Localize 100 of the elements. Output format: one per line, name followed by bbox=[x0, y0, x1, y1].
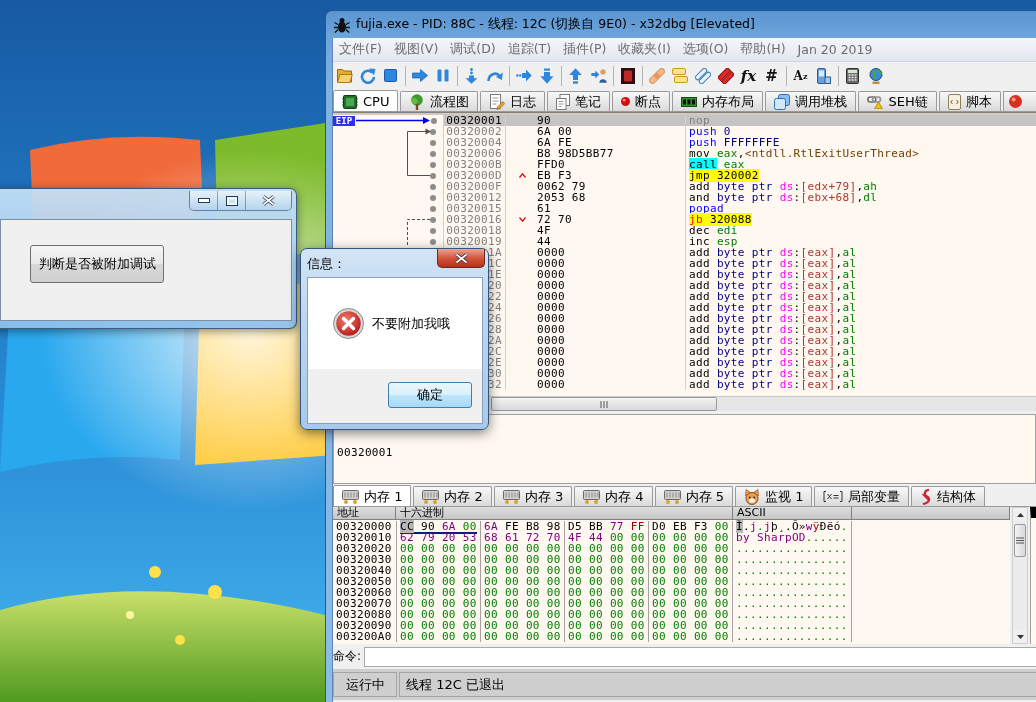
memory-module-icon bbox=[681, 96, 698, 107]
opcode-bytes: 0000 bbox=[537, 379, 565, 390]
opcode-bytes: 2053 68 bbox=[537, 192, 586, 203]
tab[interactable]: 内存 2 bbox=[413, 486, 492, 506]
opcode-bytes: FFD0 bbox=[537, 159, 565, 170]
dot-icon bbox=[430, 216, 436, 223]
opcode-bytes: 0000 bbox=[537, 302, 565, 313]
chip-icon bbox=[342, 93, 358, 110]
close-button[interactable] bbox=[437, 249, 485, 268]
address-text: 00320040 bbox=[336, 564, 392, 577]
bullet-icon bbox=[621, 97, 631, 106]
close-icon bbox=[454, 252, 468, 264]
right-arrow-icon bbox=[411, 69, 428, 82]
address-text: 1E bbox=[488, 268, 502, 281]
tab[interactable]: 监视 1 bbox=[735, 486, 813, 506]
comment-icon bbox=[671, 68, 688, 83]
hex-bytes: 6A FE B8 98 bbox=[484, 520, 561, 533]
scrollbar-thumb[interactable] bbox=[1014, 524, 1026, 557]
opcode-bytes: 0000 bbox=[537, 258, 565, 269]
scroll-down-button[interactable] bbox=[1013, 630, 1027, 643]
tab[interactable]: SEH链 bbox=[858, 91, 937, 111]
vertical-scrollbar[interactable] bbox=[1012, 507, 1028, 644]
minimize-button[interactable] bbox=[190, 191, 217, 210]
address-text: 00320010 bbox=[336, 531, 392, 544]
hex-bytes: D5 BB 77 FF bbox=[568, 520, 645, 533]
right-arrow-icon bbox=[515, 69, 532, 82]
tab[interactable]: 内存 4 bbox=[574, 486, 653, 506]
address-text: 00320016 bbox=[446, 213, 502, 226]
caret-down-icon bbox=[1016, 634, 1024, 639]
tab[interactable]: 笔记 bbox=[547, 91, 611, 111]
hex-bytes: 00 00 00 00 bbox=[568, 619, 645, 632]
toolbar-button[interactable]: fx bbox=[737, 64, 760, 87]
hex-bytes: 00 00 00 00 bbox=[652, 586, 729, 599]
row-highlight[interactable]: 00320001 90 nop bbox=[443, 115, 1036, 126]
hex-bytes: 00 00 00 00 bbox=[484, 608, 561, 621]
tab[interactable]: 调用堆栈 bbox=[765, 91, 857, 111]
down-arrow-icon bbox=[539, 67, 554, 84]
up-arrow-icon bbox=[569, 67, 582, 84]
address-text: 00320050 bbox=[336, 575, 392, 588]
scroll-up-button[interactable] bbox=[1013, 508, 1027, 521]
tab[interactable] bbox=[1002, 91, 1036, 111]
tab[interactable]: 日志 bbox=[480, 91, 546, 111]
hex-bytes: 00 00 00 00 bbox=[400, 619, 477, 632]
command-input[interactable] bbox=[364, 646, 1036, 667]
check-debugger-button[interactable]: 判断是否被附加调试 bbox=[30, 245, 164, 283]
tab[interactable]: 内存 5 bbox=[654, 486, 734, 506]
scrollbar-thumb[interactable] bbox=[491, 397, 717, 411]
opcode-bytes: 0000 bbox=[537, 291, 565, 302]
ascii-text: ................ bbox=[736, 630, 848, 643]
column-header: 十六进制 bbox=[396, 507, 733, 519]
address-text: 00320080 bbox=[336, 608, 392, 621]
hex-bytes: 00 00 00 00 bbox=[652, 542, 729, 555]
opcode-bytes: 0000 bbox=[537, 335, 565, 346]
maximize-button[interactable] bbox=[217, 191, 245, 210]
opcode-bytes: 0062 79 bbox=[537, 181, 586, 192]
stop-icon bbox=[384, 69, 397, 82]
address-text: 22 bbox=[488, 290, 502, 303]
tab[interactable]: 内存 3 bbox=[493, 486, 573, 506]
address-text: 0032000F bbox=[446, 180, 502, 193]
dot-icon bbox=[430, 150, 436, 157]
ascii-text: ................ bbox=[736, 586, 848, 599]
column-header: 地址 bbox=[333, 507, 396, 519]
arrow-person-icon bbox=[590, 68, 607, 83]
tab[interactable]: 内存布局 bbox=[672, 91, 764, 111]
error-icon bbox=[333, 308, 364, 339]
hex-bytes: 00 00 00 00 bbox=[568, 608, 645, 621]
restart-icon bbox=[359, 67, 376, 84]
tab[interactable]: 结构体 bbox=[911, 486, 986, 506]
tab[interactable]: 内存 1 bbox=[333, 485, 412, 506]
tab[interactable]: 断点 bbox=[612, 91, 671, 111]
dot-icon bbox=[430, 128, 436, 135]
address-text: 26 bbox=[488, 312, 502, 325]
folder-icon bbox=[336, 68, 353, 83]
dot-icon bbox=[430, 172, 436, 179]
address-text: 00320030 bbox=[336, 553, 392, 566]
instruction-text: inc esp bbox=[689, 235, 738, 248]
address-text: 00320018 bbox=[446, 224, 502, 237]
tab[interactable]: 流程图 bbox=[400, 91, 479, 111]
close-icon bbox=[262, 195, 275, 206]
tab[interactable]: 局部变量 bbox=[814, 486, 910, 506]
opcode-bytes: 0000 bbox=[537, 346, 565, 357]
address-text: 00320019 bbox=[446, 235, 502, 248]
grip-icon bbox=[1016, 537, 1024, 544]
hex-bytes: 00 00 00 00 bbox=[652, 608, 729, 621]
tab[interactable]: CPU bbox=[333, 90, 399, 111]
dot-icon bbox=[430, 139, 436, 146]
toolbar-button[interactable]: # bbox=[760, 64, 783, 87]
tab[interactable]: 脚本 bbox=[938, 91, 1001, 111]
address-text: 1C bbox=[488, 257, 502, 270]
hex-bytes: 62 79 20 53 bbox=[400, 531, 477, 544]
ok-button[interactable]: 确定 bbox=[388, 382, 472, 408]
address-text: 00320020 bbox=[336, 542, 392, 555]
hex-bytes: 00 00 00 00 bbox=[400, 630, 477, 644]
opcode-bytes: 0000 bbox=[537, 357, 565, 368]
hex-bytes: 00 00 00 00 bbox=[484, 553, 561, 566]
address-text: 0032000B bbox=[446, 158, 502, 171]
address-text: 00320070 bbox=[336, 597, 392, 610]
ascii-text: ................ bbox=[736, 542, 848, 555]
dot-icon bbox=[430, 238, 436, 245]
stacked-windows-icon bbox=[774, 93, 791, 110]
